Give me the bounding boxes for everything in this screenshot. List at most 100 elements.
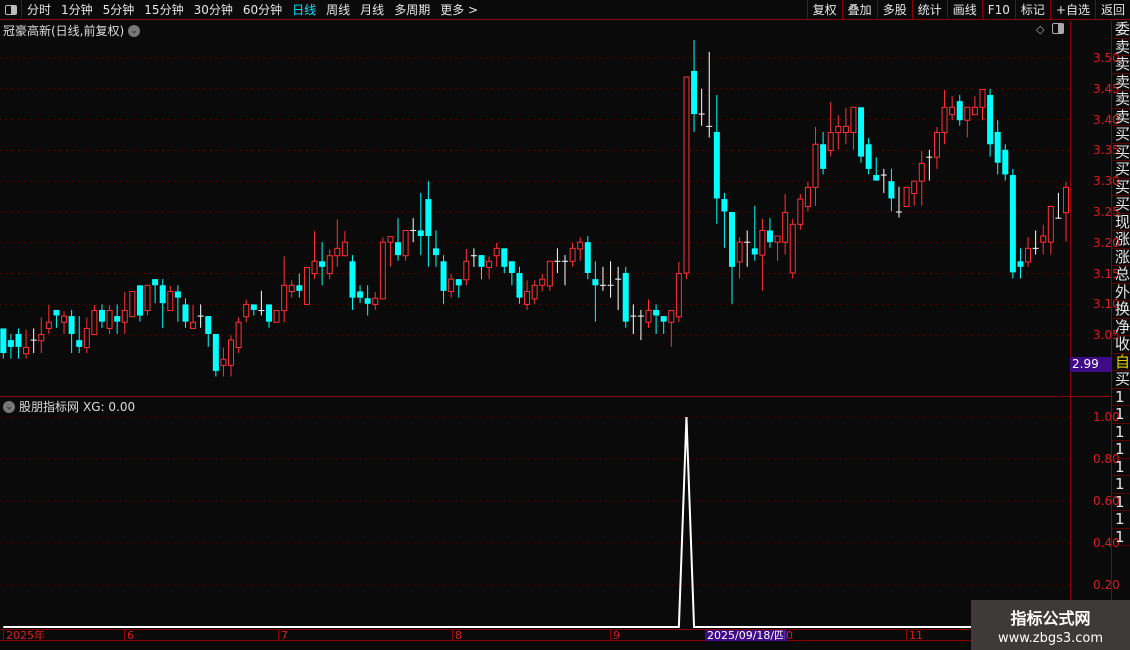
candle-body — [683, 76, 690, 274]
candle-body — [782, 212, 789, 243]
candle-body — [455, 279, 462, 286]
candle-body — [668, 310, 675, 323]
candle-body — [45, 321, 52, 329]
candle-body — [448, 278, 455, 292]
candle-body — [432, 248, 439, 256]
candle-body — [729, 212, 736, 267]
candle-body — [888, 181, 895, 199]
candle-body — [812, 143, 819, 188]
time-tick-label: 7 — [278, 630, 288, 641]
candle-body — [577, 241, 584, 250]
candle-body — [766, 230, 773, 243]
candle-body — [979, 88, 986, 108]
diamond-icon[interactable]: ◇ — [1036, 23, 1044, 36]
quote-field-label: 买 — [1112, 196, 1130, 214]
time-tick-label: 2025年 — [3, 630, 45, 641]
candle-body — [425, 199, 432, 237]
candle-body — [865, 144, 872, 169]
candle-body — [971, 106, 978, 116]
time-tick-label: 8 — [452, 630, 462, 641]
candle-body — [387, 236, 394, 243]
candle-body — [1009, 175, 1016, 273]
candle-body — [653, 309, 660, 316]
time-tick-label: 0 — [783, 630, 793, 641]
time-tick-label: 11 — [906, 630, 923, 641]
candle-body — [789, 223, 796, 274]
candle-body — [243, 303, 250, 318]
candle-body — [721, 199, 728, 212]
candle-body — [159, 285, 166, 304]
quote-field-label: 委 — [1112, 21, 1130, 39]
candle-body — [964, 106, 971, 121]
candle-body — [1047, 205, 1054, 243]
quote-field-label: 1 — [1112, 511, 1130, 529]
candle-body — [220, 358, 227, 366]
candle-body — [827, 132, 834, 151]
time-axis: 2025/09/18/四 2025年 6 7 8 9 0 11 — [0, 629, 1112, 641]
time-tick-label: 6 — [124, 630, 134, 641]
candle-body — [311, 260, 318, 275]
candle-body — [493, 247, 500, 257]
candle-body — [524, 290, 531, 305]
quote-field-label: 卖 — [1112, 91, 1130, 109]
candle-body — [174, 291, 181, 298]
xg-signal-line — [3, 416, 1066, 628]
candle-body — [850, 106, 857, 134]
candle-body — [281, 284, 288, 312]
candle-body — [1040, 235, 1047, 243]
candle-body — [820, 144, 827, 169]
quote-field-label: 卖 — [1112, 73, 1130, 91]
candle-body — [797, 198, 804, 225]
candle-body — [994, 131, 1001, 163]
quote-field-label: 涨 — [1112, 248, 1130, 266]
candle-body — [319, 261, 326, 267]
candle-body — [235, 321, 242, 349]
candle-body — [167, 290, 174, 312]
candle-body — [0, 328, 7, 354]
candle-body — [1063, 186, 1069, 214]
candle-body — [212, 333, 219, 371]
candle-body — [508, 261, 515, 273]
kline-chart[interactable] — [0, 0, 1070, 629]
chart-corner-icons: ◇ — [1036, 23, 1065, 36]
candle-body — [713, 131, 720, 199]
quote-field-label: 收 — [1112, 336, 1130, 354]
candle-body — [873, 175, 880, 181]
candle-body — [1025, 247, 1032, 263]
candle-body — [121, 310, 128, 323]
candle-body — [205, 316, 212, 334]
candle-body — [622, 272, 629, 322]
candle-body — [949, 106, 956, 116]
watermark-title: 指标公式网 — [1010, 609, 1091, 628]
chevron-down-icon[interactable]: ⌄ — [128, 24, 141, 37]
candle-body — [228, 339, 235, 366]
price-axis: 3.50 3.45 3.40 3.35 3.30 3.25 3.20 3.15 3.10 3.05… — [1070, 21, 1120, 641]
candle-body — [152, 279, 159, 286]
candle-body — [592, 279, 599, 286]
candle-body — [903, 186, 910, 207]
candle-body — [584, 242, 591, 273]
candle-body — [804, 186, 811, 207]
candle-body — [273, 310, 280, 323]
quote-field-label: 外 — [1112, 283, 1130, 301]
candle-body — [326, 255, 333, 275]
candle-body — [751, 248, 758, 255]
quote-field-label: 1 — [1112, 476, 1130, 494]
quote-field-label: 1 — [1112, 493, 1130, 511]
candle-body — [1002, 149, 1009, 175]
panel-toggle-icon[interactable] — [1052, 23, 1065, 34]
candle-body — [38, 334, 45, 342]
candle-body — [858, 107, 865, 157]
chevron-down-icon[interactable]: ⌄ — [3, 400, 15, 413]
candle-body — [76, 340, 83, 347]
candle-body — [987, 94, 994, 145]
candle-body — [835, 125, 842, 134]
quote-field-label: 卖 — [1112, 38, 1130, 56]
candle-body — [98, 309, 105, 322]
tool-button[interactable]: 返回 — [1094, 0, 1130, 20]
quote-field-label: 卖 — [1112, 108, 1130, 126]
quote-field-label: 1 — [1112, 423, 1130, 441]
candle-body — [918, 162, 925, 182]
candle-body — [303, 266, 310, 305]
quote-field-label: 买 — [1112, 126, 1130, 144]
